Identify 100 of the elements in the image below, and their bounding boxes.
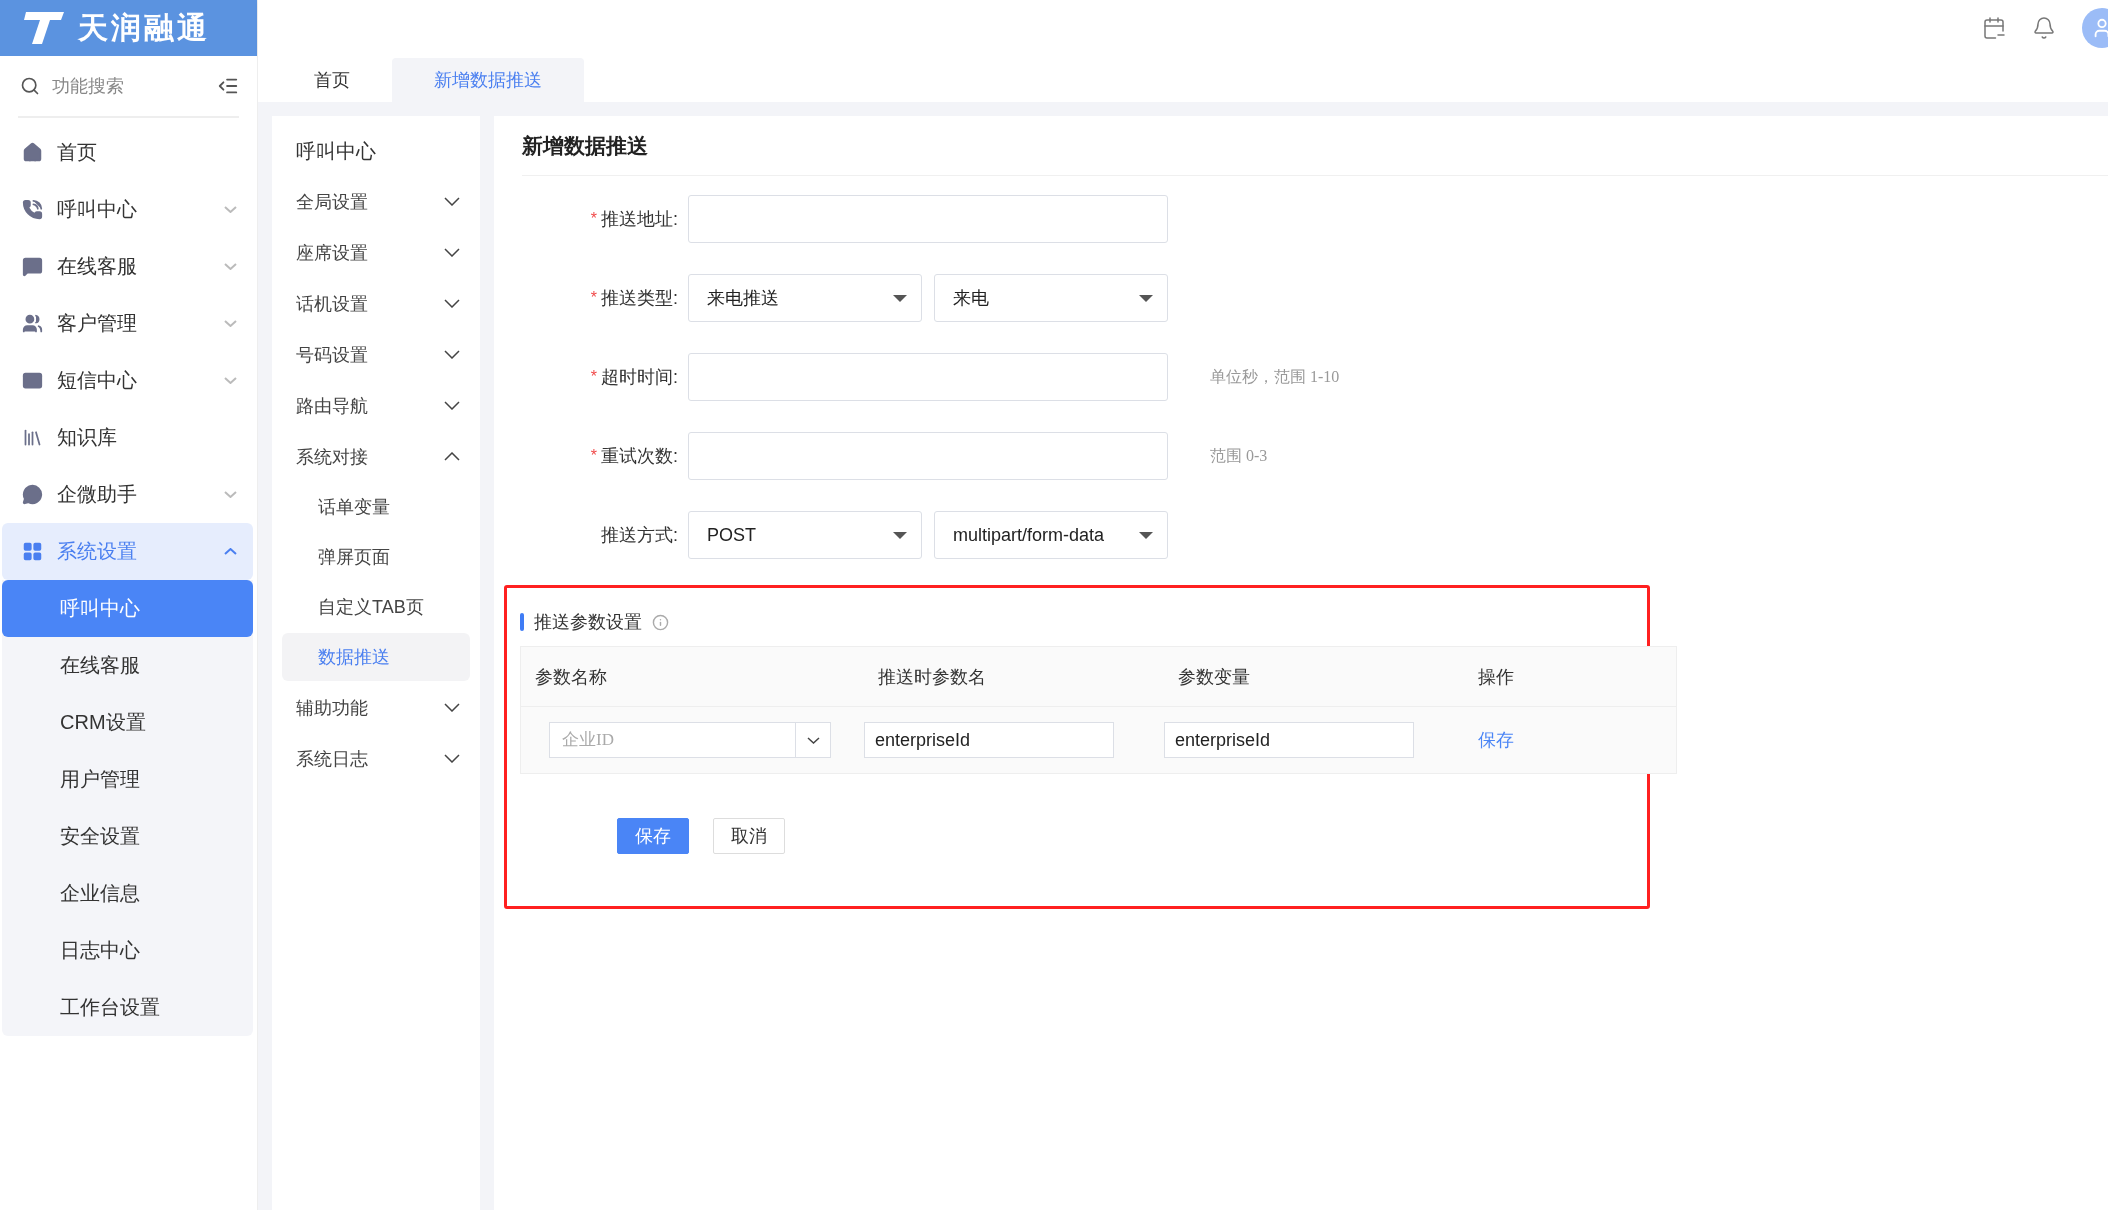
chevron-down-icon	[444, 248, 460, 257]
chevron-up-icon	[224, 548, 237, 555]
sidebar-subitem[interactable]: 日志中心	[2, 922, 253, 979]
nav-group[interactable]: 系统日志	[282, 733, 470, 784]
input-field[interactable]	[688, 432, 1168, 480]
chat-icon	[22, 256, 43, 277]
caret-icon	[1139, 531, 1153, 539]
sidebar-subitem[interactable]: 工作台设置	[2, 979, 253, 1036]
nav-group-label: 全局设置	[296, 190, 368, 214]
sidebar-item[interactable]: 首页	[2, 124, 253, 181]
field-label: 推送地址:	[601, 208, 678, 231]
select-field[interactable]: 来电推送	[688, 274, 922, 322]
calendar-icon[interactable]	[1982, 16, 2006, 40]
search-icon	[20, 76, 40, 96]
nav-group-label: 座席设置	[296, 241, 368, 265]
nav-group[interactable]: 座席设置	[282, 227, 470, 278]
chat-bubble-icon	[22, 484, 43, 505]
select-field[interactable]: POST	[688, 511, 922, 559]
chevron-down-icon	[224, 491, 237, 498]
field-label: 超时时间:	[601, 366, 678, 389]
field-hint: 单位秒，范围 1-10	[1210, 366, 1340, 387]
input-field[interactable]: enterpriseId	[1164, 722, 1414, 758]
column-header: 操作	[1477, 665, 1515, 689]
page-title: 新增数据推送	[522, 116, 2108, 176]
nav-group[interactable]: 辅助功能	[282, 682, 470, 733]
logo: 天润融通	[0, 0, 257, 56]
info-icon[interactable]	[652, 613, 669, 631]
sidebar-subitem[interactable]: 用户管理	[2, 751, 253, 808]
house-icon	[22, 142, 43, 163]
column-header: 推送时参数名	[877, 665, 987, 689]
chevron-down-icon	[444, 703, 460, 712]
chevron-down-icon	[806, 736, 820, 744]
search-field[interactable]: 功能搜索	[50, 74, 207, 98]
grid-icon	[22, 541, 43, 562]
chevron-down-icon	[224, 377, 237, 384]
nav-group[interactable]: 路由导航	[282, 380, 470, 431]
input-field[interactable]	[688, 353, 1168, 401]
sidebar-item[interactable]: 知识库	[2, 409, 253, 466]
users-icon	[22, 313, 43, 334]
tab[interactable]: 首页	[272, 58, 392, 102]
input-field[interactable]	[688, 195, 1168, 243]
sidebar-subitem[interactable]: 呼叫中心	[2, 580, 253, 637]
chevron-down-icon	[444, 350, 460, 359]
field-hint: 范围 0-3	[1210, 445, 1268, 466]
chevron-down-icon	[224, 320, 237, 327]
nav-group[interactable]: 全局设置	[282, 176, 470, 227]
nav-title: 呼叫中心	[295, 138, 377, 164]
select-field[interactable]: 企业ID	[549, 722, 795, 758]
primary-button[interactable]: 保存	[617, 818, 689, 854]
sidebar-item[interactable]: 在线客服	[2, 238, 253, 295]
nav-group[interactable]: 号码设置	[282, 329, 470, 380]
nav-item[interactable]: 话单变量	[282, 483, 470, 531]
sidebar-item[interactable]: 短信中心	[2, 352, 253, 409]
caret-icon	[1139, 294, 1153, 302]
sidebar-subitem[interactable]: 在线客服	[2, 637, 253, 694]
required-mark: *	[590, 447, 597, 465]
chevron-down-icon	[444, 197, 460, 206]
library-icon	[22, 427, 43, 448]
column-header: 参数名称	[534, 665, 608, 689]
select-field[interactable]: 来电	[934, 274, 1168, 322]
nav-group-label: 话机设置	[296, 292, 368, 316]
input-field[interactable]: enterpriseId	[864, 722, 1114, 758]
phone-icon	[22, 199, 43, 220]
section-marker	[520, 613, 524, 631]
sidebar-subitem[interactable]: CRM设置	[2, 694, 253, 751]
required-mark: *	[590, 210, 597, 228]
required-mark: *	[590, 289, 597, 307]
required-mark: *	[590, 368, 597, 386]
sidebar-item[interactable]: 客户管理	[2, 295, 253, 352]
nav-group[interactable]: 系统对接	[282, 431, 470, 482]
chevron-down-icon	[444, 299, 460, 308]
tab[interactable]: 新增数据推送	[392, 58, 584, 102]
chevron-down-icon	[444, 754, 460, 763]
secondary-button[interactable]: 取消	[713, 818, 785, 854]
sidebar-item[interactable]: 呼叫中心	[2, 181, 253, 238]
sidebar-subitem[interactable]: 安全设置	[2, 808, 253, 865]
nav-item[interactable]: 自定义TAB页	[282, 583, 470, 631]
nav-group-label: 系统日志	[296, 747, 368, 771]
nav-group-label: 辅助功能	[296, 696, 368, 720]
caret-icon	[893, 531, 907, 539]
nav-group-label: 号码设置	[296, 343, 368, 367]
nav-group-label: 系统对接	[296, 445, 368, 469]
select-field[interactable]: multipart/form-data	[934, 511, 1168, 559]
nav-group[interactable]: 话机设置	[282, 278, 470, 329]
dropdown-button[interactable]	[795, 722, 831, 758]
sidebar-subitem[interactable]: 企业信息	[2, 865, 253, 922]
section-title: 推送参数设置	[534, 611, 642, 634]
nav-group-label: 路由导航	[296, 394, 368, 418]
chevron-down-icon	[224, 263, 237, 270]
field-label: 推送类型:	[601, 287, 678, 310]
notification-icon[interactable]	[2032, 16, 2056, 40]
chevron-down-icon	[224, 206, 237, 213]
field-label: 重试次数:	[601, 445, 678, 468]
column-header: 参数变量	[1177, 665, 1251, 689]
nav-item[interactable]: 弹屏页面	[282, 533, 470, 581]
chevron-down-icon	[444, 401, 460, 410]
logo-mark-icon	[22, 10, 66, 46]
field-label: 推送方式:	[601, 524, 678, 547]
sidebar-item[interactable]: 企微助手	[2, 466, 253, 523]
caret-icon	[893, 294, 907, 302]
